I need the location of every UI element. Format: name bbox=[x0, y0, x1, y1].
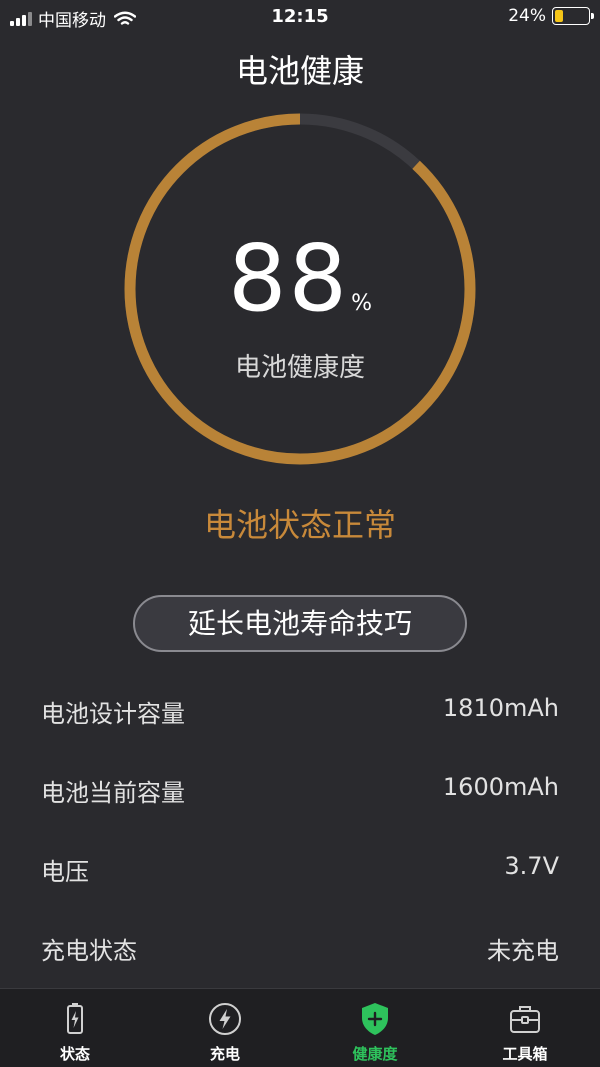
gauge-label: 电池健康度 bbox=[234, 353, 365, 383]
info-label: 电池设计容量 bbox=[41, 700, 185, 728]
battery-info-list: 电池设计容量 1810mAh 电池当前容量 1600mAh 电压 3.7V 充电… bbox=[0, 670, 600, 986]
info-label: 充电状态 bbox=[41, 937, 137, 965]
gauge-value: 88% bbox=[124, 225, 476, 332]
info-row-charging-state: 充电状态 未充电 bbox=[0, 907, 600, 986]
tab-label: 工具箱 bbox=[502, 1045, 548, 1063]
battery-icon bbox=[67, 1003, 83, 1034]
tab-bar: 状态 充电 健康度 工具箱 bbox=[0, 988, 600, 1067]
tab-label: 健康度 bbox=[352, 1045, 398, 1063]
battery-percent: 24% bbox=[508, 6, 546, 26]
info-row-voltage: 电压 3.7V bbox=[0, 828, 600, 907]
status-bar-right: 24% bbox=[508, 6, 594, 26]
lightning-icon bbox=[209, 1003, 241, 1035]
battery-state-text: 电池状态正常 bbox=[203, 506, 396, 544]
info-row-current-capacity: 电池当前容量 1600mAh bbox=[0, 749, 600, 828]
battery-icon bbox=[552, 7, 594, 25]
health-percent-number: 88 bbox=[228, 225, 350, 332]
battery-level-fill bbox=[555, 10, 563, 22]
tab-label: 状态 bbox=[59, 1045, 90, 1063]
tab-status[interactable]: 状态 bbox=[0, 989, 150, 1067]
info-value: 未充电 bbox=[487, 937, 559, 965]
info-value: 3.7V bbox=[504, 852, 559, 880]
tab-charging[interactable]: 充电 bbox=[150, 989, 300, 1067]
health-percent-unit: % bbox=[351, 291, 372, 316]
health-gauge: 88% 电池健康度 bbox=[124, 113, 476, 465]
status-bar: 中国移动 12:15 24% bbox=[0, 0, 600, 34]
tab-label: 充电 bbox=[209, 1045, 240, 1063]
info-value: 1600mAh bbox=[442, 773, 559, 801]
toolbox-icon bbox=[510, 1006, 540, 1033]
info-label: 电池当前容量 bbox=[41, 779, 185, 807]
tab-toolbox[interactable]: 工具箱 bbox=[450, 989, 600, 1067]
shield-plus-icon bbox=[362, 1003, 388, 1035]
battery-health-screen: 中国移动 12:15 24% 电池健康 88% 电池健康度 电池状态正常 延长电… bbox=[0, 0, 600, 1067]
battery-tips-button[interactable]: 延长电池寿命技巧 bbox=[133, 595, 467, 652]
tab-health[interactable]: 健康度 bbox=[300, 989, 450, 1067]
info-row-design-capacity: 电池设计容量 1810mAh bbox=[0, 670, 600, 749]
info-label: 电压 bbox=[41, 858, 89, 886]
page-title: 电池健康 bbox=[235, 52, 364, 90]
info-value: 1810mAh bbox=[442, 694, 559, 722]
